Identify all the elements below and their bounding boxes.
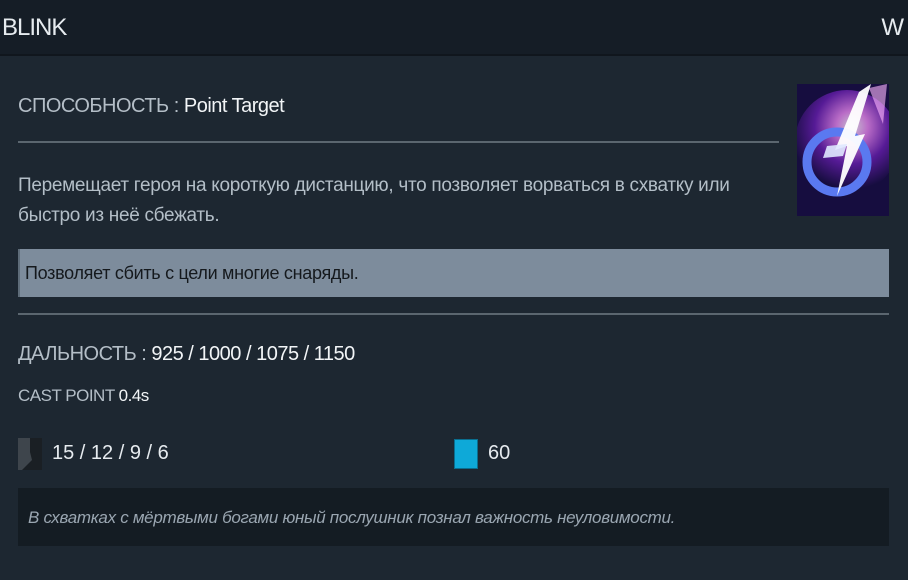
divider — [18, 141, 779, 143]
range-label: ДАЛЬНОСТЬ : — [18, 343, 147, 365]
ability-type-label: СПОСОБНОСТЬ : — [18, 95, 179, 117]
ability-description: Перемещает героя на короткую дистанцию, … — [18, 175, 730, 226]
cast-point-label: CAST POINT — [18, 386, 115, 405]
ability-lore: В схватках с мёртвыми богами юный послуш… — [18, 488, 889, 546]
ability-note: Позволяет сбить с цели многие снаряды. — [18, 249, 889, 297]
ability-tooltip: BLINK W СПОСОБНОСТЬ : Point Target Перем… — [0, 0, 908, 580]
ability-type-value: Point Target — [183, 95, 285, 117]
range-stat: ДАЛЬНОСТЬ : 925 / 1000 / 1075 / 1150 — [18, 343, 355, 366]
ability-name: BLINK — [2, 14, 67, 41]
mana-icon — [454, 439, 478, 469]
blink-ability-icon — [797, 84, 889, 216]
ability-lore-text: В схватках с мёртвыми богами юный послуш… — [28, 508, 676, 527]
ability-type: СПОСОБНОСТЬ : Point Target — [18, 95, 285, 118]
ability-note-text: Позволяет сбить с цели многие снаряды. — [25, 263, 359, 283]
cast-point-stat: CAST POINT 0.4s — [18, 386, 149, 406]
cooldown-value: 15 / 12 / 9 / 6 — [52, 442, 169, 464]
ability-hotkey: W — [881, 14, 904, 41]
divider — [18, 313, 889, 315]
cast-point-value: 0.4s — [118, 386, 150, 405]
mana-cost-value: 60 — [488, 442, 511, 464]
cooldown-icon — [18, 438, 42, 470]
range-value: 925 / 1000 / 1075 / 1150 — [151, 343, 355, 365]
tooltip-header: BLINK W — [0, 0, 908, 56]
